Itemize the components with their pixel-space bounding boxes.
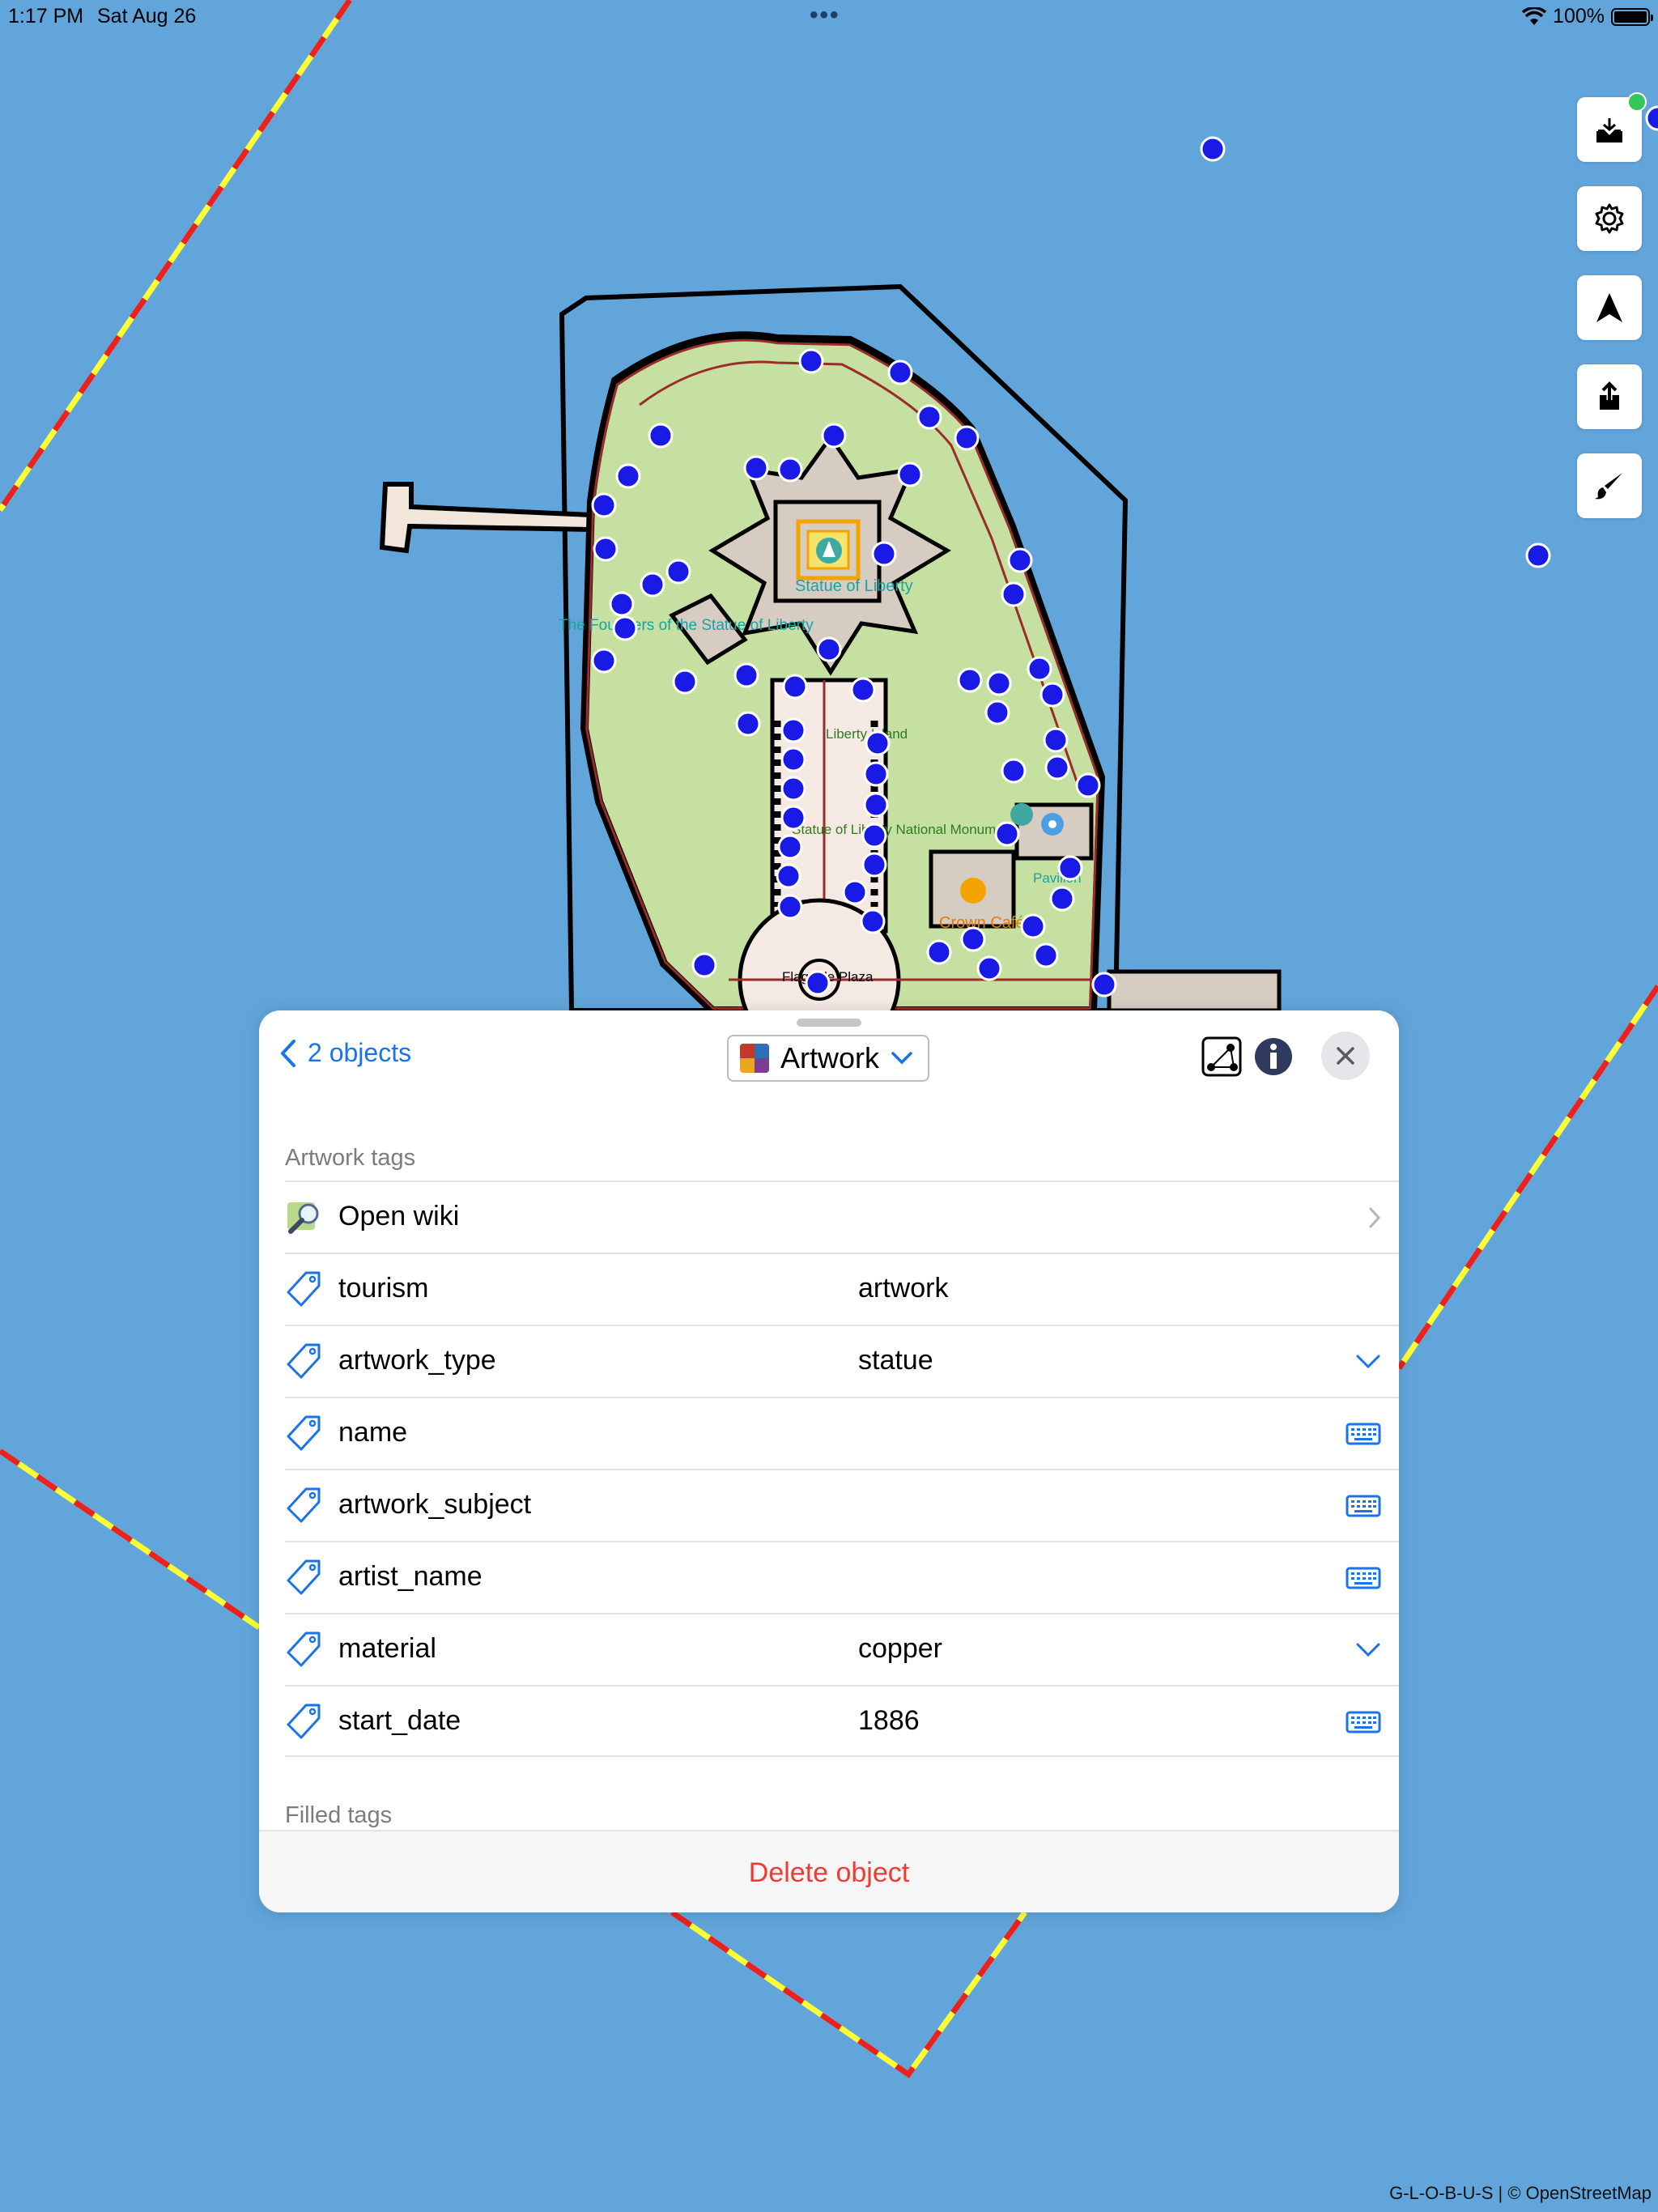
location-button[interactable]: [1577, 275, 1642, 340]
gear-icon: [1595, 203, 1624, 234]
navigation-arrow-icon: [1596, 293, 1622, 322]
row-value[interactable]: artwork: [858, 1273, 948, 1304]
row-key: artwork_subject: [338, 1489, 532, 1520]
map-label-cafe: Crown Café: [939, 914, 1025, 932]
upload-badge: [1627, 92, 1647, 112]
share-button[interactable]: [1577, 364, 1642, 429]
row-name[interactable]: name: [285, 1397, 1399, 1469]
wiki-icon: [285, 1198, 324, 1237]
preset-label: Artwork: [780, 1041, 880, 1074]
upload-tray-icon: [1596, 118, 1622, 143]
status-date: Sat Aug 26: [97, 5, 197, 28]
map-attribution[interactable]: G-L-O-B-U-S | © OpenStreetMap: [1389, 2183, 1652, 2204]
chevron-right-icon: [1368, 1200, 1381, 1236]
close-button[interactable]: [1321, 1032, 1370, 1080]
map-label-monument: Statue of Liberty National Monument: [792, 822, 1015, 837]
chevron-down-icon: [891, 1052, 912, 1065]
tag-icon: [285, 1559, 324, 1597]
row-tourism[interactable]: tourism artwork: [285, 1253, 1399, 1325]
close-icon: [1337, 1047, 1354, 1065]
upload-button[interactable]: [1577, 92, 1647, 162]
artwork-icon: [740, 1044, 769, 1073]
brush-icon: [1595, 473, 1622, 500]
map-label-statue: Statue of Liberty: [795, 577, 913, 595]
keyboard-icon[interactable]: [1346, 1560, 1381, 1596]
tag-icon: [285, 1703, 324, 1742]
share-icon: [1600, 381, 1619, 410]
map-label-founders: The Founders of the Statue of Liberty: [559, 617, 814, 634]
row-key: start_date: [338, 1705, 461, 1736]
node-geometry-icon: [1201, 1036, 1242, 1077]
chevron-left-icon: [281, 1039, 295, 1067]
row-material[interactable]: material copper: [285, 1613, 1399, 1685]
geometry-button[interactable]: [1200, 1035, 1244, 1078]
multitasking-menu[interactable]: •••: [810, 2, 840, 29]
keyboard-icon[interactable]: [1346, 1488, 1381, 1524]
row-key: artist_name: [338, 1561, 483, 1592]
row-open-wiki[interactable]: Open wiki: [285, 1180, 1399, 1253]
info-icon: [1255, 1038, 1292, 1075]
dropdown-chevron-icon[interactable]: [1355, 1344, 1381, 1380]
row-key: name: [338, 1417, 408, 1448]
back-button-label: 2 objects: [308, 1038, 412, 1067]
status-time: 1:17 PM: [8, 5, 84, 28]
object-editor-sheet: 2 objects Artwork Artwork tags Open wiki…: [259, 1010, 1399, 1912]
row-artist-name[interactable]: artist_name: [285, 1541, 1399, 1613]
tag-icon: [285, 1414, 324, 1453]
sheet-header: 2 objects Artwork: [259, 1010, 1399, 1108]
row-value[interactable]: statue: [858, 1345, 933, 1376]
tag-icon: [285, 1342, 324, 1381]
row-start-date[interactable]: start_date 1886: [285, 1685, 1399, 1757]
info-button[interactable]: [1252, 1035, 1295, 1078]
dropdown-chevron-icon[interactable]: [1355, 1632, 1381, 1668]
tag-list: Open wiki tourism artwork artwork_type s…: [285, 1180, 1399, 1757]
tag-icon: [285, 1631, 324, 1670]
row-key: material: [338, 1633, 436, 1664]
back-button[interactable]: 2 objects: [280, 1038, 411, 1068]
delete-object-label: Delete object: [748, 1857, 910, 1888]
pier: [379, 482, 593, 554]
keyboard-icon[interactable]: [1346, 1416, 1381, 1452]
row-key: Open wiki: [338, 1201, 460, 1231]
tag-icon: [285, 1270, 324, 1309]
settings-button[interactable]: [1577, 186, 1642, 251]
tag-icon: [285, 1487, 324, 1525]
battery-icon: [1611, 7, 1653, 26]
preset-selector[interactable]: Artwork: [727, 1035, 930, 1082]
keyboard-icon[interactable]: [1346, 1704, 1381, 1740]
row-artwork-subject[interactable]: artwork_subject: [285, 1469, 1399, 1541]
wifi-icon: [1522, 6, 1547, 25]
row-value[interactable]: 1886: [858, 1705, 920, 1737]
row-key: artwork_type: [338, 1345, 496, 1376]
delete-object-button[interactable]: Delete object: [259, 1830, 1399, 1912]
section-title-artwork-tags: Artwork tags: [285, 1145, 416, 1171]
brush-button[interactable]: [1577, 453, 1642, 518]
status-indicators: 100%: [1522, 5, 1653, 28]
battery-percent: 100%: [1553, 5, 1605, 28]
section-title-filled-tags: Filled tags: [285, 1802, 393, 1828]
row-artwork-type[interactable]: artwork_type statue: [285, 1325, 1399, 1397]
row-key: tourism: [338, 1273, 429, 1304]
row-value[interactable]: copper: [858, 1633, 942, 1665]
status-bar: 1:17 PM Sat Aug 26 ••• 100%: [0, 0, 1658, 36]
